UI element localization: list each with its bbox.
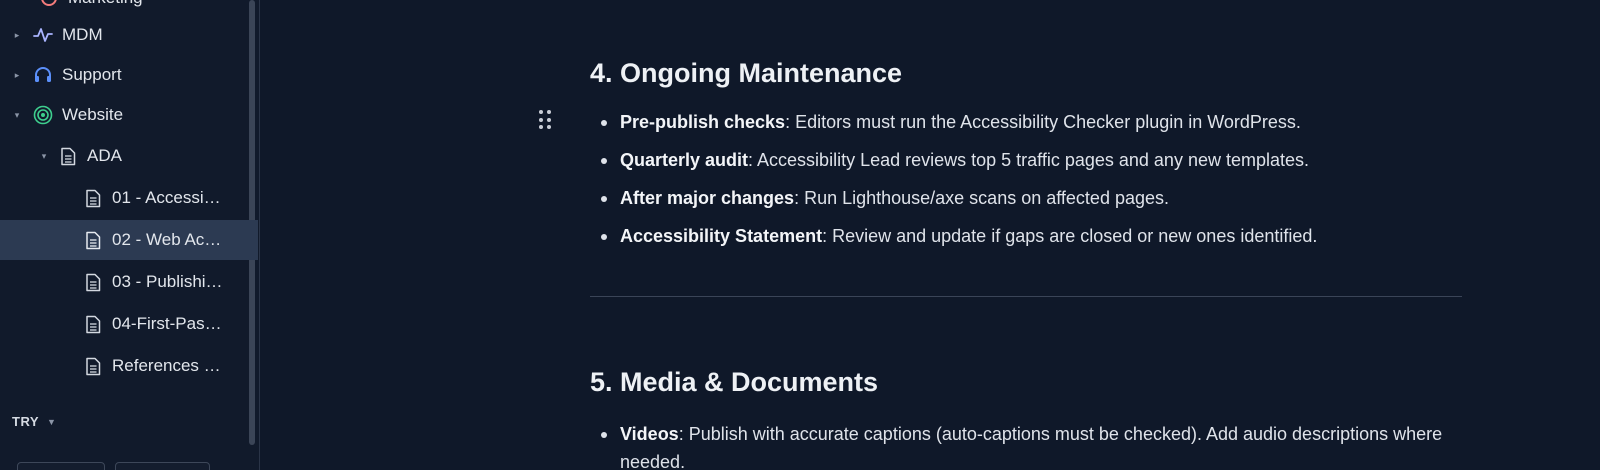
try-section-header[interactable]: TRY ▼ [12,414,56,429]
headphones-icon [32,64,54,86]
try-label: TRY [12,414,40,429]
sidebar-item-ada[interactable]: ▾ ADA [0,136,258,176]
marketing-icon [38,0,60,9]
list-item: Accessibility Statement: Review and upda… [590,222,1450,250]
bullet-list: Pre-publish checks: Editors must run the… [590,108,1450,260]
document-icon [57,145,79,167]
document-icon [82,271,104,293]
sidebar-item-doc[interactable]: References … [0,346,258,386]
sidebar-item-website[interactable]: ▾ Website [0,95,258,135]
section-heading: 4. Ongoing Maintenance [590,58,903,88]
divider [590,296,1462,297]
sidebar-item-support[interactable]: ▸ Support [0,55,258,95]
sidebar-footer-button-2[interactable] [115,462,210,470]
sidebar-item-label: 03 - Publishi… [112,272,223,291]
document-content: 4. Ongoing Maintenance Pre-publish check… [261,0,1600,470]
sidebar-item-label: Marketing [68,0,143,8]
drag-handle-icon[interactable] [539,110,553,130]
document-icon [82,229,104,251]
expand-arrow[interactable]: ▸ [12,30,22,41]
list-item: Quarterly audit: Accessibility Lead revi… [590,146,1450,174]
document-icon [82,187,104,209]
sidebar-item-label: 04-First-Pas… [112,314,222,333]
sidebar-item-label: 01 - Accessi… [112,188,221,207]
sidebar-footer-button-1[interactable] [17,462,105,470]
sidebar-item-label: ADA [87,146,122,165]
document-icon [82,355,104,377]
sidebar-item-label: Support [62,65,122,84]
sidebar-item-label: References … [112,356,221,375]
sidebar-item-label: Website [62,105,124,124]
document-icon [82,313,104,335]
bullet-list: Videos: Publish with accurate captions (… [590,420,1450,470]
list-item: Pre-publish checks: Editors must run the… [590,108,1450,136]
sidebar: Marketing ▸ MDM ▸ Support ▾ Website ▾ AD… [0,0,260,470]
list-item: Videos: Publish with accurate captions (… [590,420,1450,470]
section-heading: 5. Media & Documents [590,367,879,397]
collapse-arrow[interactable]: ▾ [12,110,22,121]
sidebar-item-label: MDM [62,25,103,44]
collapse-arrow[interactable]: ▾ [39,151,49,162]
sidebar-item-doc[interactable]: 04-First-Pas… [0,304,258,344]
sidebar-item-doc-selected[interactable]: 02 - Web Ac… [0,220,258,260]
sidebar-item-label: 02 - Web Ac… [112,230,222,249]
list-item: After major changes: Run Lighthouse/axe … [590,184,1450,212]
chevron-down-icon: ▼ [47,416,57,427]
sidebar-item-doc[interactable]: 03 - Publishi… [0,262,258,302]
sidebar-item-mdm[interactable]: ▸ MDM [0,15,258,55]
target-icon [32,104,54,126]
expand-arrow[interactable]: ▸ [12,70,22,81]
sidebar-item-doc[interactable]: 01 - Accessi… [0,178,258,218]
activity-icon [32,24,54,46]
